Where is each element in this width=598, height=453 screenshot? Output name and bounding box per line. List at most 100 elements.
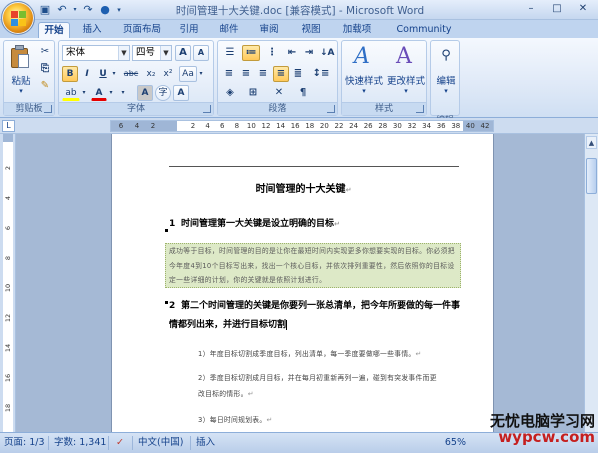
horizontal-ruler[interactable]: 6 4 2 2 4 6 8 10 12 14 16 18 20 22 24 26 28 30 32 34 36 38… (110, 120, 494, 132)
office-button[interactable] (1, 1, 35, 35)
subscript-button[interactable]: x₂ (143, 66, 159, 82)
list-item[interactable]: 3）每日时间规划表。↵ (198, 414, 273, 424)
styles-launcher-icon[interactable] (416, 105, 424, 113)
tab-insert[interactable]: 插入 (78, 22, 106, 38)
heading-2[interactable]: 2 第二个时间管理的关键是你要列一张总清单，把今年所要做的每一件事 (169, 298, 460, 311)
language-indicator[interactable]: 中文(中国) (138, 436, 183, 450)
font-size-combo[interactable]: 四号 ▼ (132, 45, 172, 61)
list-item[interactable]: 1）年度目标切割成季度目标，列出清单，每一季度要做哪一些事情。↵ (198, 348, 422, 358)
increase-indent-icon[interactable]: ⇥ (301, 45, 317, 61)
shaded-paragraph[interactable]: 成功等于目标，时间管理的目的是让你在最短时间内实现更多你想要实现的目标。你必须把… (165, 243, 461, 288)
tab-mailings[interactable]: 邮件 (216, 22, 242, 38)
decrease-indent-icon[interactable]: ⇤ (284, 45, 300, 61)
find-binoculars-icon[interactable]: ⚲ (437, 47, 455, 65)
tab-selector-button[interactable]: L (2, 120, 15, 132)
change-styles-label[interactable]: 更改样式 (384, 73, 428, 87)
scroll-up-icon[interactable]: ▲ (586, 136, 597, 149)
quick-styles-label[interactable]: 快速样式 (342, 73, 386, 87)
paragraph-launcher-icon[interactable] (327, 105, 335, 113)
editing-dropdown-icon[interactable]: ▾ (442, 87, 450, 95)
show-marks-icon[interactable]: ¶ (294, 85, 312, 101)
font-size-dropdown-icon[interactable]: ▼ (160, 46, 171, 60)
distributed-icon[interactable]: ≣ (290, 66, 306, 82)
record-icon[interactable]: ● (98, 3, 112, 17)
grow-font-button[interactable]: A (175, 45, 191, 61)
align-right-icon[interactable]: ≡ (255, 66, 271, 82)
font-more-dropdown-icon[interactable]: ▾ (119, 85, 127, 101)
cut-icon[interactable]: ✂ (37, 44, 53, 60)
underline-button[interactable]: U (96, 66, 110, 82)
borders-icon[interactable]: ⊞ (244, 85, 262, 101)
change-case-button[interactable]: Aa (179, 66, 197, 82)
tab-references[interactable]: 引用 (176, 22, 202, 38)
ruler-tick: 16 (290, 122, 300, 130)
superscript-button[interactable]: x² (160, 66, 176, 82)
document-page[interactable]: 时间管理的十大关键↵ 1 时间管理第一大关键是设立明确的目标↵ 成功等于目标，时间… (111, 134, 494, 432)
numbering-icon[interactable]: ≔ (242, 45, 260, 61)
minimize-button[interactable]: – (518, 1, 544, 17)
heading-1[interactable]: 1 时间管理第一大关键是设立明确的目标↵ (169, 216, 340, 229)
undo-icon[interactable]: ↶ (55, 3, 69, 17)
page-count[interactable]: 页面: 1/3 (4, 436, 45, 450)
shrink-font-button[interactable]: A (193, 45, 209, 61)
font-name-combo[interactable]: 宋体 ▼ (62, 45, 130, 61)
tab-community-clips[interactable]: Community Clips (384, 22, 464, 50)
save-icon[interactable]: ▣ (38, 3, 52, 17)
list-item[interactable]: 2）季度目标切割成月目标，并在每月初重新再列一遍，碰到有突发事件而更 (198, 372, 437, 382)
vertical-ruler[interactable]: 2 4 6 8 10 12 14 16 18 (0, 134, 16, 432)
font-name-dropdown-icon[interactable]: ▼ (118, 46, 129, 60)
enclose-characters-button[interactable]: 字 (155, 85, 171, 101)
insert-mode-indicator[interactable]: 插入 (196, 436, 215, 450)
highlight-dropdown-icon[interactable]: ▾ (80, 85, 88, 101)
scroll-thumb[interactable] (586, 158, 597, 194)
character-border-button[interactable]: A (173, 85, 189, 101)
font-launcher-icon[interactable] (203, 105, 211, 113)
tab-page-layout[interactable]: 页面布局 (118, 22, 166, 38)
change-styles-icon[interactable]: A (396, 44, 418, 70)
paste-label[interactable]: 粘贴 (6, 73, 36, 87)
font-color-dropdown-icon[interactable]: ▾ (107, 85, 115, 101)
align-center-icon[interactable]: ≡ (238, 66, 254, 82)
shading-icon[interactable]: ◈ (221, 85, 239, 101)
tab-view[interactable]: 视图 (298, 22, 324, 38)
change-case-dropdown-icon[interactable]: ▾ (197, 66, 205, 82)
align-left-icon[interactable]: ≡ (221, 66, 237, 82)
copy-icon[interactable]: ⎘ (37, 61, 53, 77)
tab-home[interactable]: 开始 (38, 22, 70, 38)
italic-button[interactable]: I (80, 66, 94, 82)
maximize-button[interactable]: □ (544, 1, 570, 17)
multilevel-list-icon[interactable]: ⋮ (263, 45, 281, 61)
word-count[interactable]: 字数: 1,341 (54, 436, 106, 450)
editing-label[interactable]: 编辑 (431, 73, 461, 87)
bold-button[interactable]: B (62, 66, 78, 82)
close-button[interactable]: ✕ (570, 1, 596, 17)
sort-icon[interactable]: ↓A (319, 45, 335, 61)
justify-icon[interactable]: ≡ (273, 66, 289, 82)
quick-styles-icon[interactable]: A (354, 44, 376, 70)
format-painter-icon[interactable]: ✎ (37, 78, 53, 94)
font-color-button[interactable]: A (91, 85, 107, 101)
bullets-icon[interactable]: ☰ (221, 45, 239, 61)
proofing-icon[interactable]: ✓ (116, 436, 124, 450)
change-styles-dropdown-icon[interactable]: ▾ (402, 87, 410, 95)
highlight-button[interactable]: ab (62, 85, 80, 101)
list-item[interactable]: 改目标的情形。↵ (198, 388, 254, 398)
line-spacing-icon[interactable]: ↕≡ (310, 66, 332, 82)
underline-dropdown-icon[interactable]: ▾ (110, 66, 118, 82)
strikethrough-button[interactable]: abc (121, 66, 141, 82)
chinese-layout-icon[interactable]: ✕ (270, 85, 288, 101)
zoom-level[interactable]: 65% (445, 436, 466, 450)
character-shading-button[interactable]: A (137, 85, 153, 101)
clipboard-launcher-icon[interactable] (44, 105, 52, 113)
tab-review[interactable]: 审阅 (256, 22, 282, 38)
undo-dropdown-icon[interactable]: ▾ (72, 3, 78, 17)
document-title[interactable]: 时间管理的十大关键↵ (112, 180, 493, 195)
redo-icon[interactable]: ↷ (81, 3, 95, 17)
heading-2-line2[interactable]: 情都列出来，并进行目标切割 (169, 317, 288, 330)
customize-qat-icon[interactable]: ▾ (115, 3, 123, 17)
paste-dropdown-icon[interactable]: ▾ (17, 87, 25, 95)
tab-addins[interactable]: 加载项 (338, 22, 376, 38)
paste-icon[interactable] (9, 45, 31, 69)
vertical-scrollbar[interactable]: ▲ (584, 134, 598, 432)
quick-styles-dropdown-icon[interactable]: ▾ (360, 87, 368, 95)
